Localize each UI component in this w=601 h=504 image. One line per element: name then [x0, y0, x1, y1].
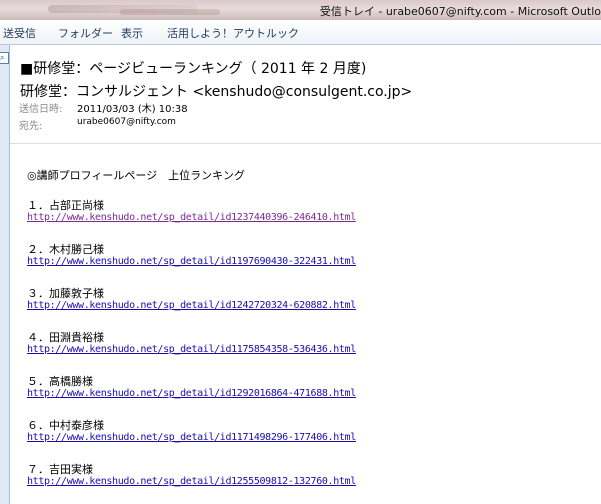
profile-link-5[interactable]: http://www.kenshudo.net/sp_detail/id1292… [27, 388, 356, 399]
message-header: ■研修堂：ページビューランキング（ 2011 年 2 月度) 研修堂：コンサルジ… [10, 45, 601, 145]
profile-link-3[interactable]: http://www.kenshudo.net/sp_detail/id1242… [27, 300, 356, 311]
tab-folder[interactable]: フォルダー [58, 25, 113, 41]
tab-send-receive[interactable]: 送受信 [3, 25, 36, 41]
message-subject: ■研修堂：ページビューランキング（ 2011 年 2 月度) [20, 61, 367, 77]
message-body: ◎講師プロフィールページ 上位ランキング １．占部正尚様 http://www.… [10, 148, 601, 504]
navigation-pane-edge[interactable] [0, 45, 10, 504]
profile-link-4[interactable]: http://www.kenshudo.net/sp_detail/id1175… [27, 344, 356, 355]
profile-link-2[interactable]: http://www.kenshudo.net/sp_detail/id1197… [27, 256, 356, 267]
header-divider [10, 143, 601, 144]
profile-link-7[interactable]: http://www.kenshudo.net/sp_detail/id1255… [27, 476, 356, 487]
tab-view[interactable]: 表示 [121, 25, 143, 41]
profile-link-6[interactable]: http://www.kenshudo.net/sp_detail/id1171… [27, 432, 356, 443]
ranking-entry-2: ２．木村勝己様 [27, 243, 104, 256]
ranking-entry-7: ７．吉田実様 [27, 463, 93, 476]
ribbon-tabs: 送受信 フォルダー 表示 活用しよう！アウトルック [0, 20, 601, 45]
window-title: 受信トレイ - urabe0607@nifty.com - Microsoft … [319, 5, 601, 18]
sent-label: 送信日時: [19, 104, 63, 115]
search-icon[interactable]: ⌕ [0, 52, 9, 64]
ranking-entry-6: ６．中村泰彦様 [27, 419, 104, 432]
message-sender[interactable]: 研修堂：コンサルジェント <kenshudo@consulgent.co.jp> [20, 81, 412, 101]
profile-link-1[interactable]: http://www.kenshudo.net/sp_detail/id1237… [27, 212, 356, 223]
title-bar: 受信トレイ - urabe0607@nifty.com - Microsoft … [0, 0, 601, 20]
to-label: 宛先: [19, 121, 43, 132]
ranking-heading: ◎講師プロフィールページ 上位ランキング [27, 169, 245, 182]
title-bar-blurred-text-2 [120, 9, 220, 15]
ranking-entry-3: ３．加藤敦子様 [27, 287, 104, 300]
tab-outlook-tips[interactable]: 活用しよう！アウトルック [167, 25, 299, 41]
ranking-entry-4: ４．田淵貴裕様 [27, 331, 104, 344]
to-value[interactable]: urabe0607@nifty.com [77, 117, 176, 127]
sent-value: 2011/03/03 (木) 10:38 [77, 104, 188, 115]
ranking-entry-5: ５．高橋勝様 [27, 375, 93, 388]
ranking-entry-1: １．占部正尚様 [27, 199, 104, 212]
